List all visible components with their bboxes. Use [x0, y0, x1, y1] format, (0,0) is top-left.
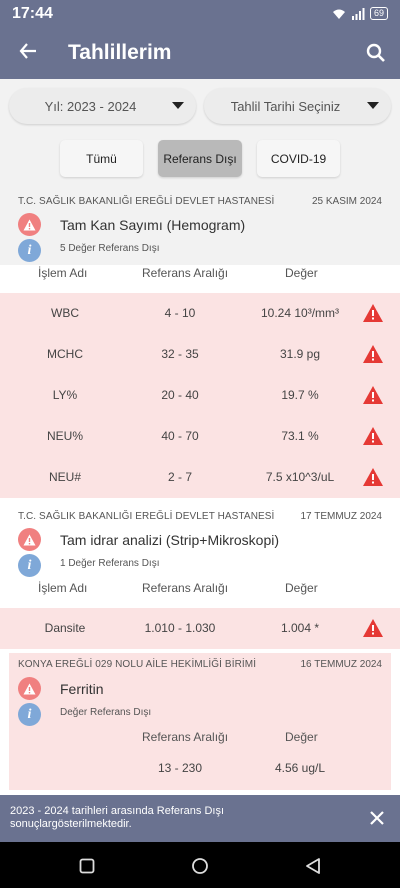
- test-item-name: NEU%: [46, 429, 83, 443]
- result-date: 17 TEMMUZ 2024: [300, 511, 382, 522]
- segment-out-of-range[interactable]: Referans Dışı: [158, 140, 242, 177]
- signal-icon: [351, 7, 365, 20]
- out-of-range-count: 5 Değer Referans Dışı: [60, 243, 160, 254]
- status-bar: 17:44 69: [0, 0, 400, 27]
- back-button[interactable]: [0, 39, 56, 67]
- warning-icon: [18, 528, 41, 551]
- test-value: 7.5 x10^3/uL: [265, 470, 335, 484]
- date-dropdown-label: Tahlil Tarihi Seçiniz: [230, 98, 341, 114]
- result-date: 16 TEMMUZ 2024: [300, 659, 382, 670]
- alert-triangle-icon[interactable]: [362, 303, 384, 323]
- test-item-name: Dansite: [44, 621, 86, 635]
- test-value: 73.1 %: [281, 429, 319, 443]
- app-bar: Tahlillerim: [0, 27, 400, 79]
- reference-range: 2 - 7: [167, 470, 192, 484]
- alert-triangle-icon[interactable]: [362, 467, 384, 487]
- search-icon: [366, 43, 385, 62]
- out-of-range-info: Değer Referans Dışı: [60, 707, 152, 718]
- recents-icon[interactable]: [78, 857, 96, 875]
- table-row[interactable]: 13 - 230 4.56 ug/L: [9, 748, 391, 789]
- hospital-name: T.C. SAĞLIK BAKANLIĞI EREĞLİ DEVLET HAST…: [18, 511, 275, 522]
- alert-triangle-icon[interactable]: [362, 426, 384, 446]
- test-name: Tam Kan Sayımı (Hemogram): [60, 217, 246, 233]
- table-row[interactable]: WBC 4 - 10 10.24 10³/mm³: [0, 293, 400, 334]
- back-arrow-icon: [19, 43, 36, 59]
- alert-triangle-icon[interactable]: [362, 385, 384, 405]
- alert-triangle-icon[interactable]: [362, 618, 384, 638]
- column-header-range: Referans Aralığı: [142, 581, 229, 595]
- reference-range: 1.010 - 1.030: [144, 621, 216, 635]
- test-item-name: LY%: [52, 388, 78, 402]
- column-header-range: Referans Aralığı: [142, 730, 229, 744]
- page-title: Tahlillerim: [68, 41, 172, 64]
- snackbar-message: 2023 - 2024 tarihleri arasında Referans …: [10, 805, 225, 830]
- caret-down-icon: [367, 102, 379, 109]
- test-value: 19.7 %: [281, 388, 319, 402]
- table-row[interactable]: Dansite 1.010 - 1.030 1.004 *: [0, 608, 400, 649]
- snackbar: 2023 - 2024 tarihleri arasında Referans …: [0, 795, 400, 842]
- warning-icon: [18, 213, 41, 236]
- system-navigation-bar: [0, 842, 400, 888]
- reference-range: 40 - 70: [161, 429, 199, 443]
- table-row[interactable]: NEU% 40 - 70 73.1 %: [0, 416, 400, 457]
- reference-range: 20 - 40: [161, 388, 199, 402]
- column-header-name: İşlem Adı: [38, 581, 88, 595]
- status-time: 17:44: [12, 4, 53, 22]
- info-icon: i: [18, 554, 41, 577]
- alert-triangle-icon[interactable]: [362, 344, 384, 364]
- out-of-range-count: 1 Değer Referans Dışı: [60, 558, 160, 569]
- result-card[interactable]: T.C. SAĞLIK BAKANLIĞI EREĞLİ DEVLET HAST…: [0, 193, 400, 500]
- test-name: Tam idrar analizi (Strip+Mikroskopi): [60, 532, 280, 548]
- battery-icon: 69: [369, 7, 388, 20]
- date-dropdown[interactable]: Tahlil Tarihi Seçiniz: [204, 88, 391, 124]
- year-dropdown[interactable]: Yıl: 2023 - 2024: [9, 88, 196, 124]
- reference-range: 4 - 10: [164, 306, 196, 320]
- segment-covid[interactable]: COVID-19: [257, 140, 340, 177]
- table-row[interactable]: NEU# 2 - 7 7.5 x10^3/uL: [0, 457, 400, 498]
- info-icon: i: [18, 239, 41, 262]
- test-value: 31.9 pg: [279, 347, 321, 361]
- wifi-icon: [332, 9, 345, 19]
- test-item-name: NEU#: [48, 470, 81, 484]
- year-dropdown-label: Yıl: 2023 - 2024: [44, 98, 137, 114]
- column-header-name: İşlem Adı: [38, 266, 88, 280]
- column-header-value: Değer: [285, 730, 318, 744]
- test-value: 4.56 ug/L: [274, 761, 326, 775]
- result-card-highlighted[interactable]: KONYA EREĞLİ 029 NOLU AİLE HEKİMLİĞİ BİR…: [9, 653, 391, 790]
- test-value: 10.24 10³/mm³: [260, 306, 340, 320]
- close-icon[interactable]: [366, 807, 388, 829]
- hospital-name: KONYA EREĞLİ 029 NOLU AİLE HEKİMLİĞİ BİR…: [18, 659, 257, 670]
- caret-down-icon: [172, 102, 184, 109]
- warning-icon: [18, 677, 41, 700]
- table-row[interactable]: MCHC 32 - 35 31.9 pg: [0, 334, 400, 375]
- back-nav-icon[interactable]: [304, 857, 322, 875]
- reference-range: 13 - 230: [157, 761, 203, 775]
- result-card[interactable]: T.C. SAĞLIK BAKANLIĞI EREĞLİ DEVLET HAST…: [0, 509, 400, 649]
- column-header-value: Değer: [285, 266, 318, 280]
- search-button[interactable]: [352, 43, 400, 63]
- table-row[interactable]: LY% 20 - 40 19.7 %: [0, 375, 400, 416]
- test-value: 1.004 *: [280, 621, 320, 635]
- test-item-name: WBC: [51, 306, 79, 320]
- column-header-range: Referans Aralığı: [142, 266, 229, 280]
- status-icons: 69: [332, 7, 388, 20]
- reference-range: 32 - 35: [161, 347, 199, 361]
- home-icon[interactable]: [191, 857, 209, 875]
- hospital-name: T.C. SAĞLIK BAKANLIĞI EREĞLİ DEVLET HAST…: [18, 196, 275, 207]
- column-header-value: Değer: [285, 581, 318, 595]
- test-name: Ferritin: [60, 681, 104, 697]
- result-date: 25 KASIM 2024: [311, 196, 382, 207]
- segment-all[interactable]: Tümü: [60, 140, 143, 177]
- test-item-name: MCHC: [47, 347, 83, 361]
- info-icon: i: [18, 703, 41, 726]
